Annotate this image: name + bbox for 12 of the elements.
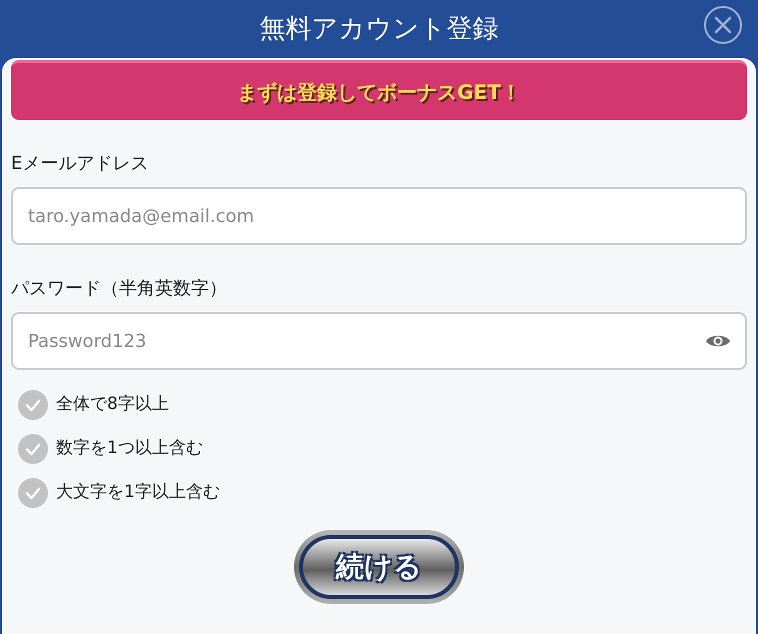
field-label: Eメールアドレス	[11, 152, 150, 176]
password-field[interactable]: Password123	[11, 312, 747, 370]
rule-text: 数字を1つ以上含む	[56, 437, 203, 460]
rule-text: 全体で8字以上	[56, 393, 169, 416]
rule-text: 大文字を1字以上含む	[56, 481, 220, 504]
continue-button[interactable]: 続ける	[294, 530, 464, 604]
field-label: パスワード（半角英数字）	[11, 277, 228, 301]
banner-text: まずは登録してボーナスGET！	[237, 78, 521, 106]
close-button[interactable]	[704, 6, 742, 44]
close-icon	[714, 16, 732, 34]
dialog-title: 無料アカウント登録	[260, 12, 498, 46]
email-field[interactable]: taro.yamada@email.com	[11, 187, 747, 245]
